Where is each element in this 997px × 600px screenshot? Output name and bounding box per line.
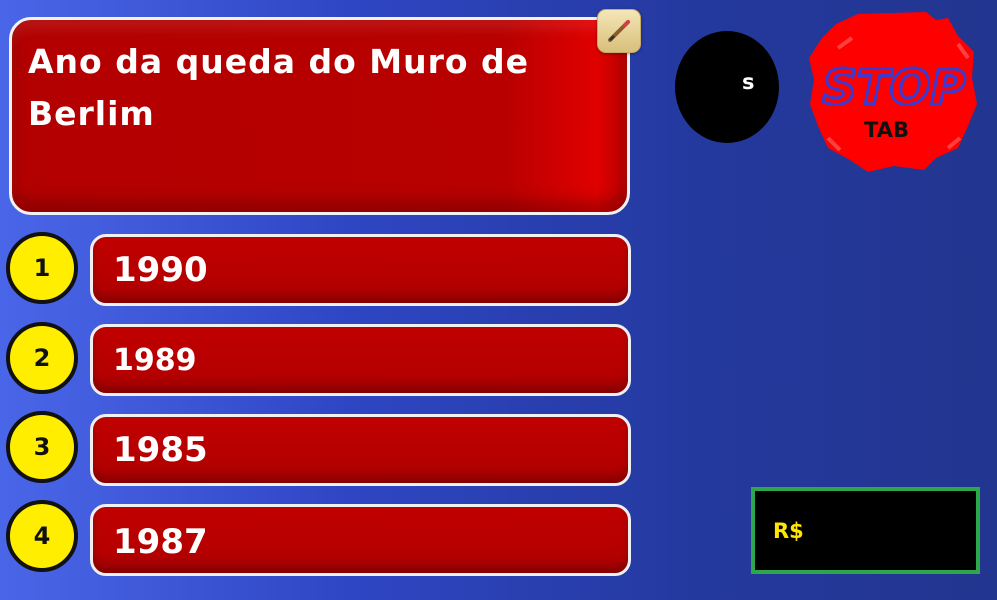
answer-3-button[interactable]: 1985	[90, 414, 631, 486]
answer-4-number[interactable]: 4	[6, 500, 78, 572]
timer-unit: s	[742, 70, 755, 94]
prize-currency: R$	[773, 519, 804, 543]
answer-2-button[interactable]: 1989	[90, 324, 631, 396]
answer-2-number[interactable]: 2	[6, 322, 78, 394]
stop-title: STOP	[822, 60, 965, 116]
timer-circle	[675, 31, 779, 143]
question-text: Ano da queda do Muro de Berlim	[28, 42, 530, 133]
answer-4-button[interactable]: 1987	[90, 504, 631, 576]
question-panel: Ano da queda do Muro de Berlim	[9, 17, 630, 215]
prize-box: R$	[751, 487, 980, 574]
edit-button[interactable]	[597, 9, 641, 53]
answer-3-number[interactable]: 3	[6, 411, 78, 483]
stop-key-hint: TAB	[864, 118, 909, 142]
pencil-icon	[608, 20, 630, 42]
answer-1-number[interactable]: 1	[6, 232, 78, 304]
answer-1-button[interactable]: 1990	[90, 234, 631, 306]
stop-button[interactable]: STOP	[808, 8, 978, 173]
